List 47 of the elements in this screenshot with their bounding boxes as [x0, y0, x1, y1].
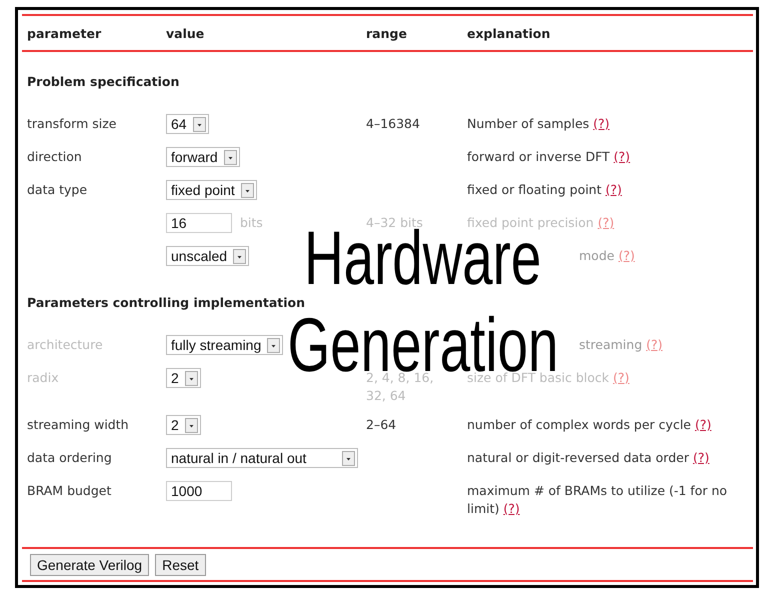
help-link[interactable]: (?) — [694, 417, 712, 432]
section-title: Problem specification — [26, 73, 180, 91]
help-link[interactable]: (?) — [503, 501, 520, 516]
parameter-label: direction — [27, 148, 82, 166]
help-link[interactable]: (?) — [605, 182, 622, 197]
parameter-label: architecture — [27, 336, 103, 354]
column-header: explanation — [466, 26, 550, 40]
parameter-label: data type — [27, 181, 88, 199]
column-header: parameter — [26, 26, 102, 40]
dropdown[interactable]: forward — [166, 147, 240, 167]
explanation-text: number of complex words per cycle (?) — [467, 416, 712, 434]
explanation-text: maximum # of BRAMs to utilize (-1 for no limit) (?) — [467, 482, 728, 518]
input-field[interactable]: 16 — [166, 213, 232, 233]
column-header: range — [365, 26, 407, 40]
explanation-text: fixed or floating point (?) — [467, 181, 622, 199]
column-header: value — [165, 26, 204, 40]
help-link[interactable]: (?) — [593, 116, 610, 131]
parameter-label: radix — [27, 369, 59, 387]
explanation-text: mode (?) — [579, 247, 635, 265]
dropdown[interactable]: fixed point — [166, 180, 257, 200]
range-text: 4–32 bits — [366, 214, 423, 230]
form-button[interactable]: Generate Verilog — [30, 554, 150, 576]
explanation-text: fixed point precision (?) — [467, 214, 614, 230]
input-field[interactable]: 1000 — [166, 481, 232, 501]
dropdown[interactable]: fully streaming — [166, 335, 284, 355]
help-link[interactable]: (?) — [692, 450, 710, 465]
dropdown[interactable]: unscaled — [166, 246, 250, 266]
parameter-label: BRAM budget — [27, 482, 112, 500]
parameter-label: data ordering — [27, 449, 112, 467]
slide-title: Generation — [288, 318, 558, 374]
parameter-label: streaming width — [27, 416, 129, 434]
parameter-label: transform size — [27, 115, 116, 133]
range-text: 4–16384 — [366, 115, 420, 133]
explanation-text: streaming (?) — [579, 336, 662, 354]
dropdown[interactable]: natural in / natural out — [166, 448, 358, 468]
form-button[interactable]: Reset — [155, 554, 206, 576]
section-title: Parameters controlling implementation — [26, 294, 306, 312]
explanation-text: forward or inverse DFT (?) — [467, 148, 630, 166]
slide-title: Hardware — [304, 231, 542, 286]
dropdown[interactable]: 2 — [166, 415, 201, 435]
dropdown[interactable]: 64 — [166, 114, 209, 134]
range-text: 2–64 — [366, 416, 396, 434]
explanation-text: natural or digit-reversed data order (?) — [467, 449, 710, 467]
help-link[interactable]: (?) — [614, 149, 630, 164]
dropdown[interactable]: 2 — [166, 368, 201, 388]
explanation-text: Number of samples (?) — [467, 115, 610, 133]
unit-label: bits — [240, 214, 263, 232]
